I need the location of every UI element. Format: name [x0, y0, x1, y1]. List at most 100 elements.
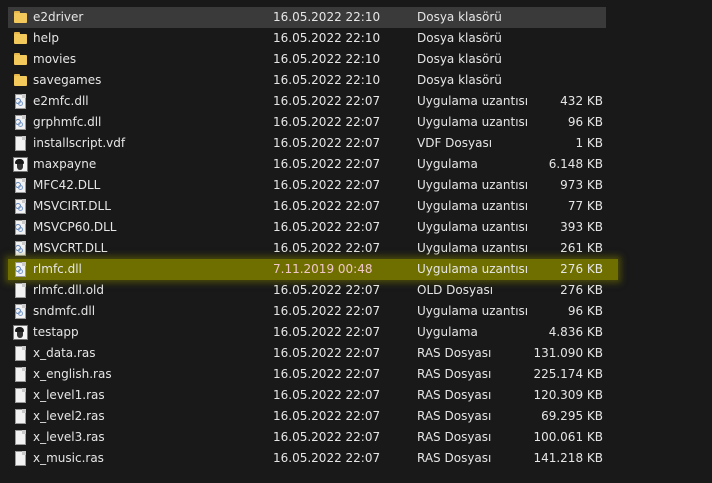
file-modified-date: 16.05.2022 22:07 — [273, 304, 381, 318]
file-row[interactable]: x_music.ras 16.05.2022 22:07 RAS Dosyası 14… — [0, 448, 712, 469]
folder-icon — [13, 73, 28, 88]
file-name: x_music.ras — [33, 451, 104, 465]
file-size: 77 KB — [567, 199, 603, 213]
file-icon — [13, 346, 28, 361]
folder-icon — [13, 52, 28, 67]
file-name: x_level2.ras — [33, 409, 105, 423]
file-modified-date: 7.11.2019 00:48 — [273, 262, 373, 276]
file-modified-date: 16.05.2022 22:07 — [273, 136, 381, 150]
file-size: 432 KB — [560, 94, 603, 108]
file-row[interactable]: MSVCP60.DLL 16.05.2022 22:07 Uygulama uzan… — [0, 217, 712, 238]
file-list: e2driver 16.05.2022 22:10 Dosya klasörü hel… — [0, 0, 712, 483]
dll-file-icon — [13, 241, 28, 256]
file-name: e2driver — [33, 10, 84, 24]
dll-file-icon — [13, 178, 28, 193]
file-row[interactable]: sndmfc.dll 16.05.2022 22:07 Uygulama uzant… — [0, 301, 712, 322]
file-size: 141.218 KB — [533, 451, 603, 465]
file-size: 393 KB — [560, 220, 603, 234]
file-row[interactable]: x_data.ras 16.05.2022 22:07 RAS Dosyası 131… — [0, 343, 712, 364]
file-name: maxpayne — [33, 157, 97, 171]
file-row[interactable]: installscript.vdf 16.05.2022 22:07 VDF Dos… — [0, 133, 712, 154]
file-row[interactable]: x_level2.ras 16.05.2022 22:07 RAS Dosyası 6… — [0, 406, 712, 427]
file-icon — [13, 388, 28, 403]
folder-icon — [13, 31, 28, 46]
file-modified-date: 16.05.2022 22:07 — [273, 430, 381, 444]
file-row[interactable]: maxpayne 16.05.2022 22:07 Uygulama 6.148 KB — [0, 154, 712, 175]
file-modified-date: 16.05.2022 22:07 — [273, 220, 381, 234]
file-name: MFC42.DLL — [33, 178, 101, 192]
file-modified-date: 16.05.2022 22:07 — [273, 157, 381, 171]
file-modified-date: 16.05.2022 22:07 — [273, 94, 381, 108]
file-modified-date: 16.05.2022 22:07 — [273, 388, 381, 402]
file-icon — [13, 451, 28, 466]
file-row[interactable]: MSVCIRT.DLL 16.05.2022 22:07 Uygulama uzan… — [0, 196, 712, 217]
file-row[interactable]: e2mfc.dll 16.05.2022 22:07 Uygulama uzantı… — [0, 91, 712, 112]
file-name: savegames — [33, 73, 102, 87]
dll-file-icon — [13, 115, 28, 130]
file-name: x_level1.ras — [33, 388, 105, 402]
file-row[interactable]: MSVCRT.DLL 16.05.2022 22:07 Uygulama uzant… — [0, 238, 712, 259]
file-row[interactable]: MFC42.DLL 16.05.2022 22:07 Uygulama uzantı… — [0, 175, 712, 196]
file-modified-date: 16.05.2022 22:07 — [273, 409, 381, 423]
file-name: x_data.ras — [33, 346, 96, 360]
file-modified-date: 16.05.2022 22:07 — [273, 451, 381, 465]
dll-file-icon — [13, 199, 28, 214]
file-name: x_english.ras — [33, 367, 112, 381]
file-modified-date: 16.05.2022 22:07 — [273, 325, 381, 339]
file-size: 96 KB — [567, 115, 603, 129]
file-modified-date: 16.05.2022 22:10 — [273, 73, 381, 87]
file-size: 131.090 KB — [533, 346, 603, 360]
file-modified-date: 16.05.2022 22:07 — [273, 283, 381, 297]
file-size — [480, 28, 603, 49]
file-name: movies — [33, 52, 77, 66]
file-size: 225.174 KB — [533, 367, 603, 381]
file-row[interactable]: help 16.05.2022 22:10 Dosya klasörü — [0, 28, 712, 49]
file-modified-date: 16.05.2022 22:10 — [273, 31, 381, 45]
file-size — [480, 49, 603, 70]
file-icon — [13, 283, 28, 298]
file-icon — [13, 367, 28, 382]
file-name: MSVCIRT.DLL — [33, 199, 111, 213]
dll-file-icon — [13, 262, 28, 277]
folder-icon — [13, 10, 28, 25]
app-icon — [13, 157, 28, 172]
file-modified-date: 16.05.2022 22:10 — [273, 10, 381, 24]
file-name: sndmfc.dll — [33, 304, 96, 318]
file-row[interactable]: grphmfc.dll 16.05.2022 22:07 Uygulama uzan… — [0, 112, 712, 133]
file-row[interactable]: movies 16.05.2022 22:10 Dosya klasörü — [0, 49, 712, 70]
file-size: 4.836 KB — [548, 325, 603, 339]
file-size — [480, 7, 603, 28]
file-name: grphmfc.dll — [33, 115, 102, 129]
file-row[interactable]: rlmfc.dll.old 16.05.2022 22:07 OLD Dosyası… — [0, 280, 712, 301]
file-size: 261 KB — [560, 241, 603, 255]
file-row[interactable]: x_level3.ras 16.05.2022 22:07 RAS Dosyası 1… — [0, 427, 712, 448]
file-name: x_level3.ras — [33, 430, 105, 444]
file-size: 120.309 KB — [533, 388, 603, 402]
file-modified-date: 16.05.2022 22:07 — [273, 178, 381, 192]
file-size: 69.295 KB — [541, 409, 603, 423]
file-name: e2mfc.dll — [33, 94, 89, 108]
file-size — [480, 70, 603, 91]
file-modified-date: 16.05.2022 22:07 — [273, 346, 381, 360]
dll-file-icon — [13, 220, 28, 235]
file-icon — [13, 136, 28, 151]
app-icon — [13, 325, 28, 340]
file-size: 973 KB — [560, 178, 603, 192]
file-row[interactable]: testapp 16.05.2022 22:07 Uygulama 4.836 KB — [0, 322, 712, 343]
file-row[interactable]: x_english.ras 16.05.2022 22:07 RAS Dosyası… — [0, 364, 712, 385]
file-name: MSVCRT.DLL — [33, 241, 108, 255]
file-row[interactable]: x_level1.ras 16.05.2022 22:07 RAS Dosyası 1… — [0, 385, 712, 406]
file-size: 276 KB — [560, 262, 603, 276]
file-icon — [13, 430, 28, 445]
file-name: help — [33, 31, 59, 45]
file-size: 100.061 KB — [533, 430, 603, 444]
file-size: 96 KB — [567, 304, 603, 318]
file-name: installscript.vdf — [33, 136, 126, 150]
file-modified-date: 16.05.2022 22:07 — [273, 199, 381, 213]
file-row[interactable]: savegames 16.05.2022 22:10 Dosya klasörü — [0, 70, 712, 91]
file-row[interactable]: rlmfc.dll 7.11.2019 00:48 Uygulama uzantıs… — [0, 259, 712, 280]
file-size: 276 KB — [560, 283, 603, 297]
file-name: testapp — [33, 325, 79, 339]
file-modified-date: 16.05.2022 22:07 — [273, 367, 381, 381]
file-row[interactable]: e2driver 16.05.2022 22:10 Dosya klasörü — [0, 7, 712, 28]
